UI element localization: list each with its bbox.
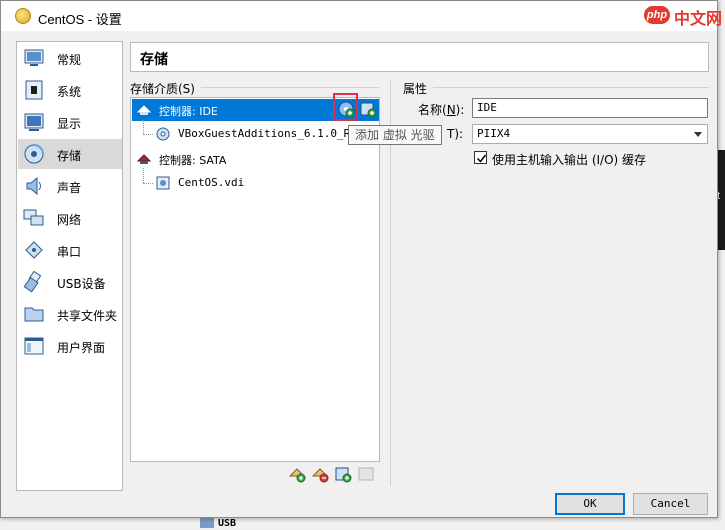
- sidebar-item-shared-folders[interactable]: 共享文件夹: [18, 299, 122, 329]
- tree-row-optical-disk[interactable]: VBoxGuestAdditions_6.1.0_RC1: [132, 123, 379, 145]
- sidebar-item-usb[interactable]: USB设备: [18, 267, 122, 297]
- highlight-annotation: [333, 93, 358, 121]
- add-attachment-icon[interactable]: [335, 466, 352, 483]
- chevron-down-icon: [694, 132, 702, 137]
- name-label-end: ):: [455, 103, 465, 117]
- page-title: 存储: [140, 52, 168, 68]
- remove-attachment-icon[interactable]: [358, 466, 375, 483]
- virtualbox-app-icon: [15, 8, 31, 24]
- sidebar-item-label: USB设备: [57, 277, 106, 291]
- tree-row-label: 控制器: IDE: [159, 105, 218, 118]
- controller-icon: [137, 105, 151, 115]
- network-icon: [23, 209, 44, 226]
- name-label-shortcut: N: [446, 103, 456, 117]
- system-icon: [25, 80, 43, 100]
- sidebar-item-serial-port[interactable]: 串口: [18, 235, 122, 265]
- ok-button[interactable]: OK: [555, 493, 625, 515]
- optical-disc-icon: [156, 127, 170, 141]
- watermark-text: 中文网: [674, 9, 723, 28]
- tooltip: 添加 虚拟 光驱: [348, 125, 442, 145]
- name-label-text: 名称(: [418, 103, 447, 117]
- background-usb-label: USB: [218, 518, 237, 529]
- add-controller-icon[interactable]: [289, 466, 306, 483]
- remove-controller-icon[interactable]: [312, 466, 329, 483]
- usb-icon: [23, 271, 42, 293]
- name-field[interactable]: IDE: [472, 98, 708, 118]
- sidebar-item-label: 串口: [57, 245, 82, 259]
- settings-sidebar: 常规 系统 显示 存储 声音 网络 串口 USB设备 共享文件夹 用户界面: [16, 41, 123, 491]
- general-icon: [24, 49, 44, 66]
- user-interface-icon: [24, 337, 44, 355]
- name-label: 名称(N):: [418, 101, 464, 118]
- tree-row-sata-controller[interactable]: 控制器: SATA: [132, 148, 379, 170]
- watermark-logo: php 中文网: [644, 2, 724, 28]
- sidebar-item-storage[interactable]: 存储: [18, 139, 122, 169]
- sidebar-item-label: 系统: [57, 85, 82, 99]
- sidebar-item-label: 共享文件夹: [57, 309, 118, 323]
- display-icon: [24, 113, 44, 131]
- settings-dialog: CentOS - 设置 常规 系统 显示 存储 声音 网络 串口 USB设备 共…: [0, 0, 718, 518]
- shared-folder-icon: [24, 307, 44, 322]
- checkmark-icon: [476, 154, 487, 163]
- storage-media-label: 存储介质(S): [130, 82, 195, 96]
- tree-row-label: 控制器: SATA: [159, 154, 227, 167]
- sidebar-item-label: 常规: [57, 53, 82, 67]
- sidebar-item-user-interface[interactable]: 用户界面: [18, 331, 122, 361]
- sidebar-item-label: 显示: [57, 117, 82, 131]
- sidebar-item-label: 存储: [57, 149, 82, 163]
- usb-icon: [200, 518, 214, 528]
- controller-type-select[interactable]: PIIX4: [472, 124, 708, 144]
- host-io-cache-checkbox[interactable]: [474, 151, 487, 164]
- audio-icon: [26, 176, 41, 196]
- tree-row-label: VBoxGuestAdditions_6.1.0_RC1: [178, 127, 364, 140]
- controller-icon: [137, 154, 151, 164]
- title-bar[interactable]: CentOS - 设置: [1, 1, 717, 31]
- tree-row-label: CentOS.vdi: [178, 176, 245, 189]
- sidebar-item-label: 声音: [57, 181, 82, 195]
- section-divider: [433, 87, 709, 88]
- section-divider: [201, 87, 379, 88]
- cancel-button[interactable]: Cancel: [633, 493, 708, 515]
- host-io-cache-label: 使用主机输入输出 (I/O) 缓存: [492, 153, 647, 167]
- window-title: CentOS - 设置: [38, 12, 122, 27]
- attributes-label: 属性: [403, 82, 428, 96]
- type-label: T):: [447, 127, 464, 141]
- page-header: 存储: [130, 42, 709, 72]
- sidebar-item-label: 网络: [57, 213, 82, 227]
- add-hard-disk-icon[interactable]: [359, 100, 377, 118]
- sidebar-item-network[interactable]: 网络: [18, 203, 122, 233]
- hard-disk-icon: [156, 176, 170, 190]
- storage-icon: [24, 144, 44, 164]
- sidebar-item-audio[interactable]: 声音: [18, 171, 122, 201]
- background-usb-fragment: USB: [200, 518, 320, 530]
- sidebar-item-general[interactable]: 常规: [18, 43, 122, 73]
- storage-toolbar: [289, 466, 379, 484]
- sidebar-item-system[interactable]: 系统: [18, 75, 122, 105]
- serial-port-icon: [25, 241, 43, 259]
- sidebar-item-display[interactable]: 显示: [18, 107, 122, 137]
- type-select-value: PIIX4: [477, 127, 511, 140]
- sidebar-item-label: 用户界面: [57, 341, 106, 355]
- watermark-badge: php: [644, 6, 670, 24]
- tree-row-hard-disk[interactable]: CentOS.vdi: [132, 172, 379, 194]
- storage-tree[interactable]: 控制器: IDE VBoxGuestAdditions_6.1.0_RC1 控制…: [130, 97, 380, 462]
